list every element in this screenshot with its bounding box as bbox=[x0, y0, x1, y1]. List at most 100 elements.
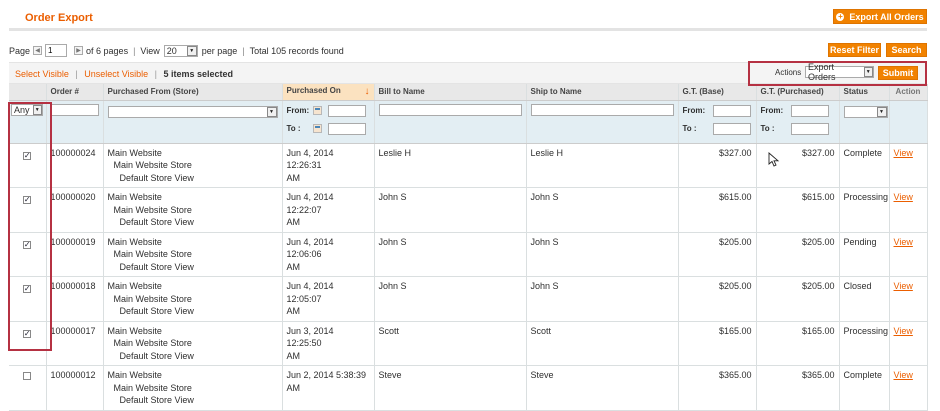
massaction-links: Select Visible | Unselect Visible | 5 it… bbox=[15, 69, 234, 79]
purchased-ampm: AM bbox=[286, 261, 301, 272]
store-website: Main Website bbox=[107, 147, 162, 158]
calendar-icon[interactable] bbox=[312, 124, 322, 133]
grid-filter-row: Any ▼ ▼ From: To : From: To : From: To : bbox=[9, 100, 928, 144]
date-to-input[interactable] bbox=[327, 122, 366, 135]
row-checkbox[interactable] bbox=[23, 372, 32, 380]
store-cell: Main Website Main Website Store Default St… bbox=[103, 232, 283, 277]
view-link[interactable]: View bbox=[894, 281, 913, 291]
checkbox-highlight-box bbox=[8, 102, 52, 351]
store-view: Default Store View bbox=[119, 217, 194, 227]
bill-to-filter-input[interactable] bbox=[378, 103, 522, 116]
store-filter-select[interactable]: ▼ bbox=[107, 105, 278, 118]
column-header-gt-purchased[interactable]: G.T. (Purchased) bbox=[756, 84, 840, 101]
purchased-date: Jun 3, 2014 12:25:50 bbox=[286, 325, 334, 349]
store-name: Main Website Store bbox=[113, 338, 192, 348]
store-cell: Main Website Main Website Store Default St… bbox=[103, 143, 283, 188]
purchased-on-cell: Jun 4, 2014 12:22:07 AM bbox=[282, 187, 375, 233]
order-number: 100000019 bbox=[46, 232, 104, 277]
view-link[interactable]: View bbox=[894, 237, 913, 247]
store-cell: Main Website Main Website Store Default St… bbox=[103, 321, 283, 366]
gt-base: $205.00 bbox=[678, 232, 757, 277]
status-filter-select[interactable]: ▼ bbox=[843, 105, 888, 118]
date-to-label: To : bbox=[286, 124, 301, 133]
unselect-visible-link[interactable]: Unselect Visible bbox=[84, 69, 148, 79]
column-header-bill-to[interactable]: Bill to Name bbox=[374, 84, 527, 101]
gt-purchased: $365.00 bbox=[756, 365, 840, 411]
ship-to-name: John S bbox=[526, 232, 679, 277]
store-website: Main Website bbox=[107, 192, 162, 202]
store-cell: Main Website Main Website Store Default St… bbox=[103, 365, 283, 411]
table-row: ✓ 100000018 Main Website Main Website Store… bbox=[9, 276, 928, 322]
column-header-order[interactable]: Order # bbox=[46, 84, 104, 101]
select-visible-link[interactable]: Select Visible bbox=[15, 69, 69, 79]
ship-to-filter-input[interactable] bbox=[530, 103, 674, 116]
purchased-ampm: AM bbox=[286, 217, 301, 227]
per-page-select[interactable]: 20 ▼ bbox=[163, 44, 198, 57]
prev-page-arrow-icon[interactable]: ◀ bbox=[33, 46, 43, 55]
title-divider bbox=[9, 28, 927, 31]
view-link[interactable]: View bbox=[894, 326, 913, 336]
purchased-date: Jun 4, 2014 12:06:06 bbox=[286, 236, 334, 260]
date-from-input[interactable] bbox=[327, 104, 366, 117]
column-header-purchased-on[interactable]: Purchased On ↓ bbox=[282, 84, 375, 101]
next-page-arrow-icon[interactable]: ▶ bbox=[74, 46, 84, 55]
view-link[interactable]: View bbox=[894, 370, 913, 380]
plus-circle-icon: + bbox=[836, 11, 845, 21]
purchased-date: Jun 2, 2014 5:38:39 bbox=[286, 370, 367, 380]
search-button[interactable]: Search bbox=[886, 43, 927, 57]
purchased-on-cell: Jun 4, 2014 12:26:31 AM bbox=[282, 143, 375, 188]
gt-purchased: $205.00 bbox=[756, 276, 840, 322]
chevron-down-icon: ▼ bbox=[266, 106, 277, 117]
column-header-status[interactable]: Status bbox=[839, 84, 890, 101]
purchased-ampm: AM bbox=[286, 306, 301, 316]
gt-base: $165.00 bbox=[678, 321, 757, 366]
gt-base: $615.00 bbox=[678, 187, 757, 233]
chevron-down-icon: ▼ bbox=[186, 45, 197, 56]
table-row: ✓ 100000017 Main Website Main Website Store… bbox=[9, 321, 928, 366]
table-row: ✓ 100000020 Main Website Main Website Store… bbox=[9, 187, 928, 233]
gt-purchased-from-input[interactable] bbox=[790, 104, 829, 117]
calendar-icon[interactable] bbox=[312, 106, 322, 115]
status: Complete bbox=[839, 143, 890, 188]
store-cell: Main Website Main Website Store Default St… bbox=[103, 187, 283, 233]
chevron-down-icon: ▼ bbox=[876, 106, 887, 117]
order-number: 100000024 bbox=[46, 143, 104, 188]
store-name: Main Website Store bbox=[113, 293, 192, 304]
status: Complete bbox=[839, 365, 890, 411]
table-row: 100000012 Main Website Main Website Store D… bbox=[9, 365, 928, 411]
gt-purchased-to-input[interactable] bbox=[790, 122, 829, 135]
gt-base-from-label: From: bbox=[682, 106, 706, 115]
gt-base: $327.00 bbox=[678, 143, 757, 188]
column-header-gt-base[interactable]: G.T. (Base) bbox=[678, 84, 757, 101]
gt-base-to-input[interactable] bbox=[712, 122, 751, 135]
store-name: Main Website Store bbox=[113, 204, 192, 215]
bill-to-name: Scott bbox=[374, 321, 527, 366]
purchased-date: Jun 4, 2014 12:22:07 bbox=[286, 192, 334, 215]
column-header-store[interactable]: Purchased From (Store) bbox=[103, 84, 283, 101]
store-name: Main Website Store bbox=[113, 160, 192, 170]
page-number-input[interactable] bbox=[45, 44, 68, 57]
ship-to-name: Leslie H bbox=[526, 143, 679, 188]
status: Processing bbox=[839, 321, 890, 366]
reset-filter-button[interactable]: Reset Filter bbox=[828, 43, 881, 57]
column-header-ship-to[interactable]: Ship to Name bbox=[526, 84, 679, 101]
ship-to-name: Scott bbox=[526, 321, 679, 366]
mouse-cursor-icon bbox=[768, 152, 780, 167]
gt-base: $365.00 bbox=[678, 365, 757, 411]
export-all-orders-button[interactable]: + Export All Orders bbox=[833, 9, 927, 24]
order-filter-input[interactable] bbox=[50, 103, 99, 116]
purchased-ampm: AM bbox=[286, 382, 301, 393]
view-link[interactable]: View bbox=[894, 148, 913, 158]
view-link[interactable]: View bbox=[894, 192, 913, 202]
bill-to-name: Leslie H bbox=[374, 143, 527, 188]
column-header-action: Action bbox=[889, 84, 928, 101]
per-page-value: 20 bbox=[166, 45, 177, 56]
grid-header-row: Order # Purchased From (Store) Purchased… bbox=[9, 84, 928, 101]
purchased-on-cell: Jun 3, 2014 12:25:50 AM bbox=[282, 321, 375, 366]
status: Processing bbox=[839, 187, 890, 233]
bill-to-name: John S bbox=[374, 187, 527, 233]
gt-base-from-input[interactable] bbox=[712, 104, 751, 117]
gt-purchased-to-label: To : bbox=[760, 124, 775, 133]
page-title: Order Export bbox=[25, 12, 93, 24]
actions-highlight-box bbox=[748, 61, 927, 86]
